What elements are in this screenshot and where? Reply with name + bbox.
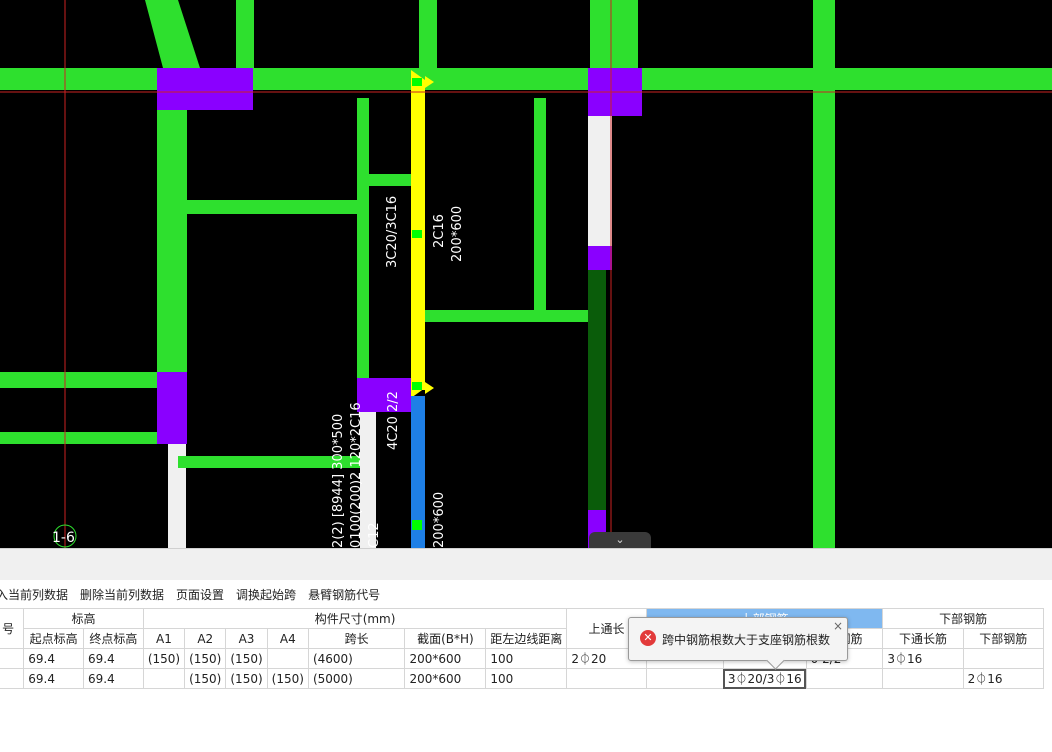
secondary-beam[interactable] [187,200,362,214]
col-header: 起点标高 [23,628,85,649]
table-cell[interactable]: (150) [142,648,186,669]
white-beam[interactable] [588,116,612,246]
beam-label: 2C16 [432,214,447,248]
beam-label: 200*600 [432,492,447,548]
table-row[interactable]: 69.4 69.4 (150) (150) (150) (4600) 200*6… [0,648,1045,669]
horizontal-beam[interactable] [0,432,160,444]
col-header: A2 [184,628,227,649]
table-cell[interactable] [566,668,647,689]
table-cell[interactable]: 100 [485,648,568,669]
beam-label: 2(2) [8944] 300*500 [331,414,346,548]
table-group-header-row: 号 标高 构件尺寸(mm) 上通长 上部钢筋 下部钢筋 [0,608,1044,649]
cad-drawing-canvas[interactable]: 3C20/3C16 2C16 200*600 4C20 2/2 2(2) [89… [0,0,1052,548]
table-cell[interactable]: 2⏀16 [962,668,1045,689]
column[interactable] [357,378,413,412]
beam-span-table: 号 标高 构件尺寸(mm) 上通长 上部钢筋 下部钢筋 起点标高 终点标高 A1… [0,608,1045,689]
col-header: 距左边线距离 [485,628,568,649]
table-cell[interactable] [805,668,884,689]
secondary-beam[interactable] [534,98,546,310]
col-header: 截面(B*H) [404,628,487,649]
table-cell[interactable]: 100 [485,668,568,689]
secondary-beam[interactable] [424,310,596,322]
column[interactable] [157,68,253,110]
col-group-header: 标高 [23,608,144,629]
panel-divider [0,548,1052,581]
vertical-beam[interactable] [236,0,254,68]
chevron-down-icon: ⌄ [615,533,625,546]
table-header-row: 起点标高 终点标高 A1 A2 A3 A4 跨长 截面(B*H) 距左边线距离 … [0,628,1045,649]
col-group-header: 构件尺寸(mm) [142,608,568,629]
delete-column-data-button[interactable]: 删除当前列数据 [74,586,170,603]
column[interactable] [588,246,612,270]
grip-point[interactable] [412,230,422,238]
beam-flag [425,382,434,394]
col-header: 下部钢筋 [962,628,1045,649]
tooltip-message: 跨中钢筋根数大于支座钢筋根数 [662,633,831,647]
cantilever-code-button[interactable]: 悬臂钢筋代号 [302,586,386,603]
column[interactable] [157,372,187,444]
swap-start-span-button[interactable]: 调换起始跨 [230,586,302,603]
validation-tooltip: ✕ 跨中钢筋根数大于支座钢筋根数 × [628,617,848,670]
beam-layout-drawing[interactable]: 3C20/3C16 2C16 200*600 4C20 2/2 2(2) [89… [0,0,1052,548]
secondary-beam[interactable] [369,174,413,186]
table-cell[interactable]: (150) [225,668,268,689]
horizontal-beam[interactable] [0,372,160,388]
table-cell[interactable]: 200*600 [404,668,487,689]
grip-point[interactable] [412,78,422,86]
table-cell[interactable] [0,648,25,669]
error-icon: ✕ [640,630,656,646]
insert-column-data-button[interactable]: 入当前列数据 [0,586,74,603]
table-cell[interactable] [0,668,25,689]
vertical-beam[interactable] [590,0,638,68]
beam-label: 200*600 [450,206,465,262]
col-header: A1 [142,628,186,649]
vertical-beam-left[interactable] [157,90,187,372]
table-cell[interactable]: 69.4 [23,668,85,689]
table-cell[interactable]: 69.4 [83,668,144,689]
table-cell[interactable]: 200*600 [404,648,487,669]
table-cell[interactable] [645,668,724,689]
beam-label: C12 [367,522,382,548]
table-cell[interactable]: 3⏀16 [882,648,964,669]
vertical-beam[interactable] [419,0,437,68]
table-cell[interactable]: (150) [184,648,227,669]
col-header: 下通长筋 [882,628,964,649]
table-cell[interactable] [962,648,1045,669]
table-row[interactable]: 69.4 69.4 (150) (150) (150) (5000) 200*6… [0,668,1045,689]
table-cell[interactable]: (150) [225,648,268,669]
table-toolbar: 入当前列数据 删除当前列数据 页面设置 调换起始跨 悬臂钢筋代号 [0,580,1052,608]
active-mid-steel-cell[interactable]: 3⏀20/3⏀16 [722,668,807,689]
beam-label: 3C20/3C16 [385,196,400,268]
table-cell[interactable]: 69.4 [83,648,144,669]
table-cell[interactable]: (150) [184,668,227,689]
table-cell[interactable] [882,668,964,689]
close-icon[interactable]: × [833,619,843,633]
secondary-beam[interactable] [357,98,369,380]
diagonal-beam[interactable] [145,0,200,68]
beam-label: 0100(200)2 120*2C16 [349,402,364,548]
table-cell[interactable]: (4600) [307,648,406,669]
page-setup-button[interactable]: 页面设置 [170,586,230,603]
col-header: 号 [0,608,25,649]
col-header: 终点标高 [83,628,144,649]
vertical-beam-right[interactable] [813,0,835,548]
table-cell[interactable]: 69.4 [23,648,85,669]
grip-point[interactable] [412,520,422,530]
axis-label: 1-6 [52,530,75,546]
col-group-header: 下部钢筋 [882,608,1044,629]
beam-label: 4C20 2/2 [386,391,401,450]
col-header: A4 [266,628,309,649]
dark-beam[interactable] [588,270,606,510]
table-cell[interactable]: (5000) [307,668,406,689]
col-header: A3 [225,628,268,649]
grip-point[interactable] [412,382,422,390]
table-cell[interactable] [142,668,186,689]
col-header: 跨长 [307,628,406,649]
table-cell[interactable] [266,648,309,669]
table-cell[interactable]: (150) [266,668,309,689]
collapse-panel-button[interactable]: ⌄ [589,532,651,548]
